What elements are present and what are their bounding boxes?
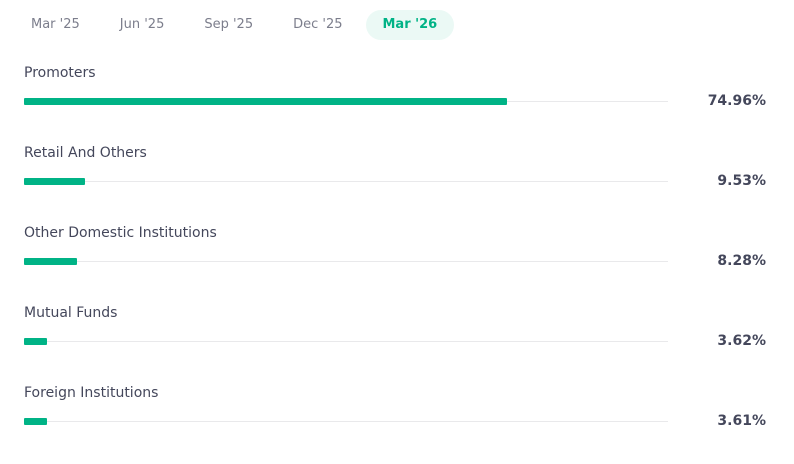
holding-row-promoters: Promoters 74.96% — [24, 64, 766, 144]
holding-label: Other Domestic Institutions — [24, 225, 217, 241]
holding-row-mutual-funds: Mutual Funds 3.62% — [24, 304, 766, 384]
holding-bar-fill — [24, 258, 78, 265]
tab-mar-25[interactable]: Mar '25 — [14, 10, 97, 40]
holding-value: 8.28% — [717, 253, 766, 269]
shareholding-list: Promoters 74.96% Retail And Others 9.53%… — [24, 64, 766, 464]
holding-bar-track — [24, 421, 668, 422]
holding-bar-track — [24, 261, 668, 262]
holding-value: 3.62% — [717, 333, 766, 349]
period-tabs: Mar '25 Jun '25 Sep '25 Dec '25 Mar '26 — [14, 10, 460, 40]
holding-bar-track — [24, 341, 668, 342]
holding-row-retail-and-others: Retail And Others 9.53% — [24, 144, 766, 224]
holding-row-other-domestic-institutions: Other Domestic Institutions 8.28% — [24, 224, 766, 304]
holding-value: 9.53% — [717, 173, 766, 189]
holding-bar-fill — [24, 418, 48, 425]
holding-bar-fill — [24, 98, 507, 105]
tab-dec-25[interactable]: Dec '25 — [276, 10, 359, 40]
holding-label: Retail And Others — [24, 145, 147, 161]
holding-label: Foreign Institutions — [24, 385, 159, 401]
holding-bar-fill — [24, 178, 86, 185]
holding-bar-track — [24, 181, 668, 182]
tab-mar-26[interactable]: Mar '26 — [365, 10, 455, 40]
holding-value: 3.61% — [717, 413, 766, 429]
tab-jun-25[interactable]: Jun '25 — [103, 10, 182, 40]
holding-bar-fill — [24, 338, 48, 345]
holding-row-foreign-institutions: Foreign Institutions 3.61% — [24, 384, 766, 464]
holding-label: Promoters — [24, 65, 96, 81]
holding-label: Mutual Funds — [24, 305, 118, 321]
tab-sep-25[interactable]: Sep '25 — [187, 10, 270, 40]
holding-value: 74.96% — [707, 93, 766, 109]
